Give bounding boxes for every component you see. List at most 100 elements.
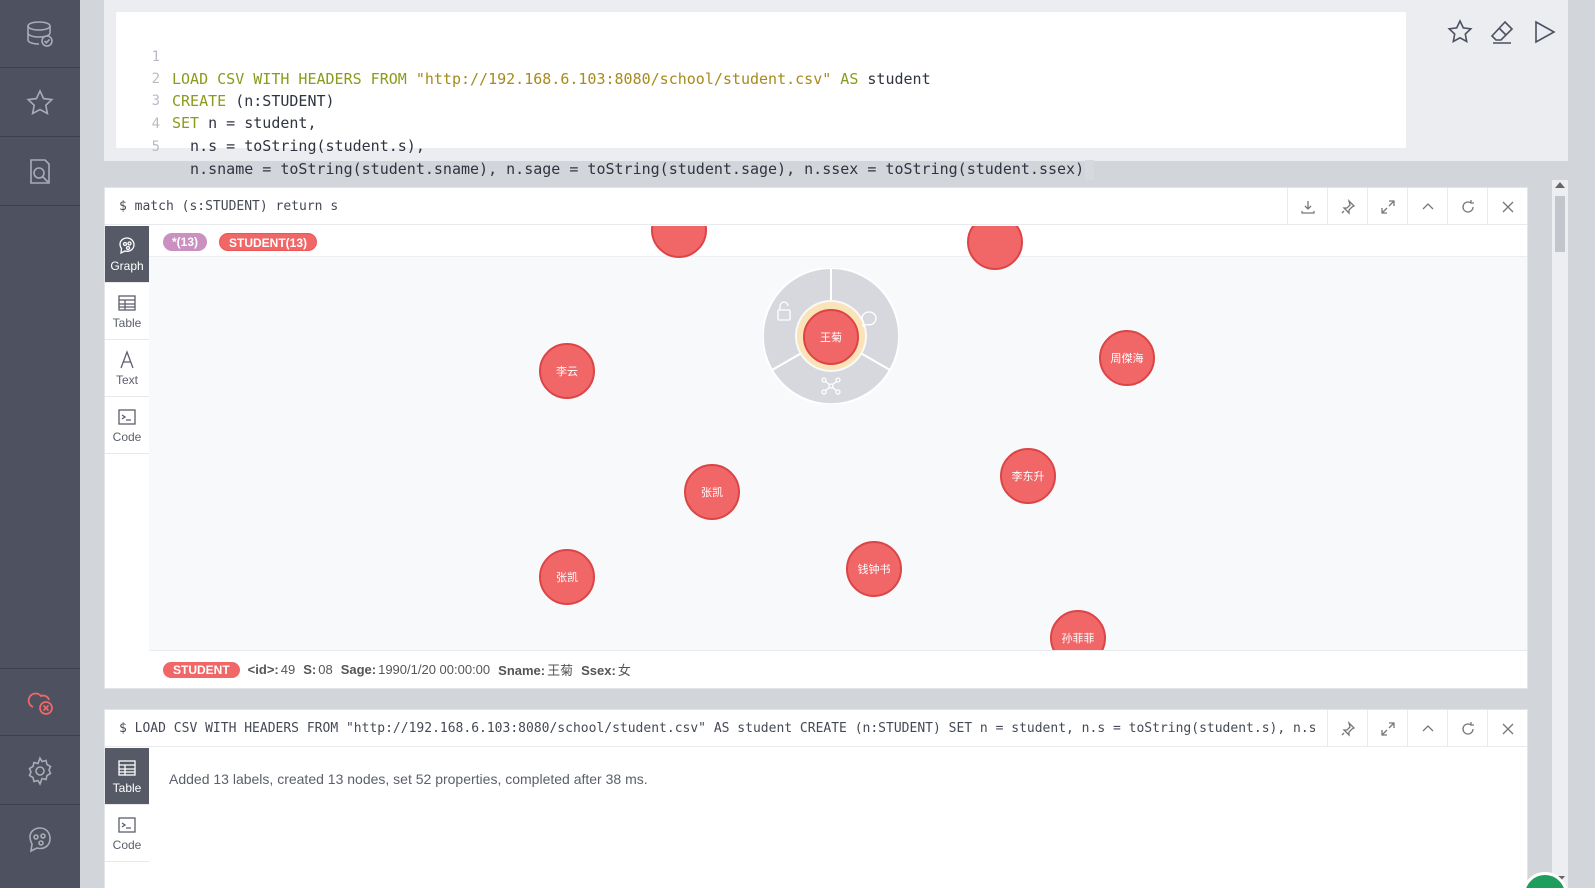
node-properties-bar: STUDENT <id>: 49 S: 08 Sage: 1990/1/20 00:0… [149,650,1527,688]
result-frame-load: $ LOAD CSV WITH HEADERS FROM "http://192… [104,709,1528,888]
graph-node[interactable]: 孙菲菲 [1050,610,1106,650]
fullscreen-button[interactable] [1367,188,1407,225]
node-label-tag[interactable]: STUDENT [163,661,240,678]
chevron-up-icon [1422,202,1433,209]
sidebar [0,0,80,888]
view-code[interactable]: Code [105,805,149,862]
code-text: n.s = toString(student.s), [172,137,425,155]
code-line-4: 4 n.s = toString(student.s), [116,91,425,155]
star-icon[interactable] [0,69,80,137]
collapse-button[interactable] [1407,188,1447,225]
graph-node[interactable]: 周傑海 [1099,330,1155,386]
view-table[interactable]: Table [105,748,149,805]
pin-button[interactable] [1327,710,1367,747]
rerun-button[interactable] [1447,710,1487,747]
label-student-pill[interactable]: STUDENT(13) [219,233,318,251]
text-icon [120,349,134,368]
table-icon [118,759,136,776]
graph-node[interactable]: 李云 [539,343,595,399]
graph-canvas[interactable]: *(13) STUDENT(13) 李云 王菊 周傑海 张凯 李东升 张凯 钱钟… [149,226,1527,650]
document-search-icon[interactable] [0,138,80,206]
run-play-icon[interactable] [1530,18,1558,51]
view-table[interactable]: Table [105,283,149,340]
keyword: LOAD CSV WITH HEADERS FROM [172,70,416,88]
graph-node[interactable] [967,226,1023,270]
code-line-5: 5 n.sname = toString(student.sname), n.s… [116,114,1095,180]
pin-button[interactable] [1327,188,1367,225]
label-all-pill[interactable]: *(13) [163,233,208,251]
code-icon [118,816,136,833]
prop-ssex: Ssex: 女 [581,663,631,678]
refresh-icon [1461,721,1474,735]
graph-node[interactable]: 张凯 [539,549,595,605]
download-button[interactable] [1287,188,1327,225]
expand-icon [1380,721,1395,736]
keyword: SET [172,114,200,132]
view-label: Table [112,315,142,330]
close-icon [1502,201,1513,212]
result-summary: Added 13 labels, created 13 nodes, set 5… [169,771,648,787]
code-text: student [858,70,931,88]
expand-icon [1380,199,1395,214]
string-literal: "http://192.168.6.103:8080/school/studen… [415,70,832,88]
graph-node[interactable]: 钱钟书 [846,541,902,597]
graph-legend: *(13) STUDENT(13) [149,226,1527,257]
result-frame-graph: $ match (s:STUDENT) return s Graph Table… [104,187,1528,689]
close-icon [1502,723,1513,734]
view-code[interactable]: Code [105,397,149,454]
database-icon[interactable] [0,0,80,68]
view-switcher: Table Code [105,748,149,888]
graph-node[interactable]: 李东升 [1000,448,1056,504]
code-icon [118,408,136,425]
graph-node[interactable]: 张凯 [684,464,740,520]
frame-buttons [1287,188,1527,225]
scroll-up-arrow-icon[interactable] [1555,182,1565,188]
table-icon [118,294,136,311]
view-label: Code [112,837,142,852]
view-graph[interactable]: Graph [105,226,149,283]
view-label: Table [112,780,142,795]
close-button[interactable] [1487,188,1527,225]
prop-sname: Sname: 王菊 [498,663,574,678]
close-button[interactable] [1487,710,1527,747]
editor-actions [1446,18,1558,51]
rerun-button[interactable] [1447,188,1487,225]
code-text: (n:STUDENT) [226,92,335,110]
fullscreen-button[interactable] [1367,710,1407,747]
scroll-thumb[interactable] [1555,196,1565,252]
frame-buttons [1327,710,1527,747]
graph-icon [119,236,135,254]
cypher-editor[interactable]: 1 LOAD CSV WITH HEADERS FROM "http://192… [116,12,1406,180]
connection-error-icon[interactable] [0,668,80,736]
prop-id: <id>: 49 [247,662,296,677]
favorite-star-icon[interactable] [1446,18,1474,51]
refresh-icon [1461,199,1474,213]
eraser-icon[interactable] [1488,18,1516,51]
editor-area: 1 LOAD CSV WITH HEADERS FROM "http://192… [104,0,1572,180]
frame-command[interactable]: $ LOAD CSV WITH HEADERS FROM "http://192… [119,721,1315,736]
code-line-1: 1 LOAD CSV WITH HEADERS FROM "http://192… [116,24,931,88]
right-edge [1568,0,1595,888]
code-text: n = student, [199,114,317,132]
graph-node-selected[interactable]: 王菊 [803,309,859,365]
keyword: CREATE [172,92,227,110]
collapse-button[interactable] [1407,710,1447,747]
view-text[interactable]: Text [105,340,149,397]
view-label: Graph [110,258,144,273]
view-label: Code [112,429,142,444]
page-scrollbar[interactable] [1552,180,1568,888]
view-label: Text [115,372,138,387]
prop-sage: Sage: 1990/1/20 00:00:00 [340,662,491,677]
code-text: n.sname = toString(student.sname), n.sag… [172,160,1085,178]
frame-command[interactable]: $ match (s:STUDENT) return s [119,199,338,214]
gear-icon[interactable] [0,737,80,805]
chevron-up-icon [1422,724,1433,731]
keyword: AS [831,70,859,88]
prop-s: S: 08 [303,662,333,677]
pin-icon [1341,720,1355,737]
text-cursor [1085,159,1095,180]
frame-header: $ LOAD CSV WITH HEADERS FROM "http://192… [105,710,1527,747]
neo4j-logo-icon[interactable] [0,806,80,874]
view-switcher: Graph Table Text Code [105,226,149,688]
code-line-3: 3 SET n = student, [116,68,317,132]
